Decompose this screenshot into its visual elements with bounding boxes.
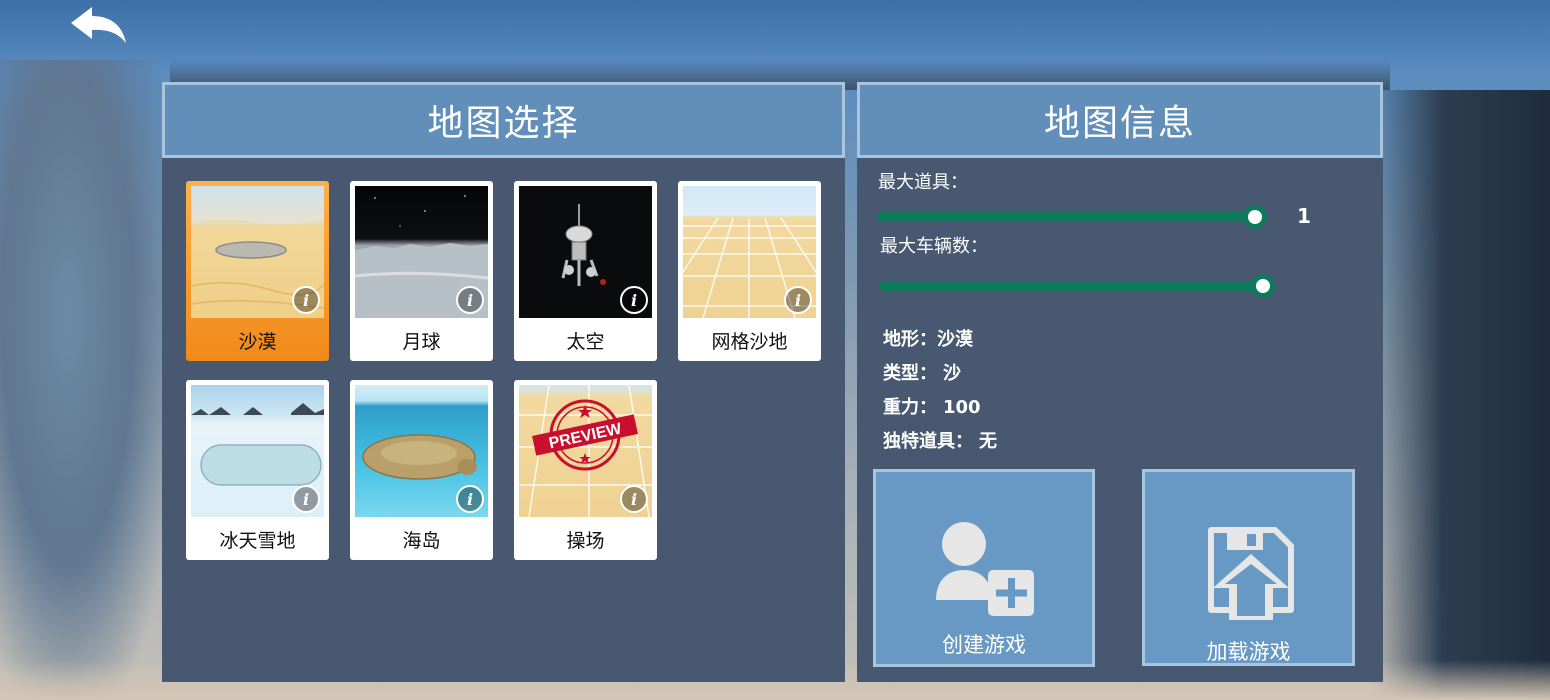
slider-knob[interactable] [1251,274,1275,298]
map-thumb-space: i [519,186,652,318]
map-card-island[interactable]: i 海岛 [350,380,493,560]
stat-gravity: 重力： 100 [883,397,981,418]
map-thumb-playground: PREVIEW i [519,385,652,517]
info-icon[interactable]: i [292,485,320,513]
max-items-label: 最大道具： [878,172,968,193]
max-items-value: 1 [1297,204,1311,228]
back-button[interactable] [68,5,130,49]
info-icon[interactable]: i [620,286,648,314]
back-arrow-icon [71,7,126,43]
map-thumb-grid-sand: i [683,186,816,318]
info-icon[interactable]: i [784,286,812,314]
load-save-icon [1208,527,1294,620]
map-card-moon[interactable]: i 月球 [350,181,493,361]
map-card-desert[interactable]: i 沙漠 [186,181,329,361]
create-game-button[interactable]: 创建游戏 [873,469,1095,667]
map-card-snow[interactable]: i 冰天雪地 [186,380,329,560]
map-card-grid-sand[interactable]: i 网格沙地 [678,181,821,361]
map-select-title: 地图选择 [162,82,845,158]
info-icon[interactable]: i [456,286,484,314]
map-label: 太空 [566,330,605,353]
info-icon[interactable]: i [620,485,648,513]
map-select-panel: 地图选择 i 沙漠 i 月球 i 太空 i 网格沙地 i 冰天雪地 i 海岛 P… [162,82,845,682]
max-items-slider[interactable] [877,205,1267,229]
stat-type: 类型：沙 [883,363,961,384]
load-game-button[interactable]: 加载游戏 [1142,469,1355,666]
map-thumb-island: i [355,385,488,517]
stat-unique-items: 独特道具：无 [883,431,997,452]
create-game-label: 创建游戏 [942,633,1026,657]
map-label: 网格沙地 [711,330,788,353]
map-label: 海岛 [402,529,441,552]
map-thumb-moon: i [355,186,488,318]
map-thumb-desert: i [191,186,324,318]
map-label: 月球 [402,330,441,353]
load-game-label: 加载游戏 [1206,640,1291,664]
max-vehicles-label: 最大车辆数： [880,236,988,257]
info-icon[interactable]: i [292,286,320,314]
map-label: 沙漠 [238,330,277,353]
stat-terrain: 地形：沙漠 [883,329,973,350]
map-thumb-snow: i [191,385,324,517]
info-icon[interactable]: i [456,485,484,513]
map-card-playground[interactable]: PREVIEW i 操场 [514,380,657,560]
map-label: 操场 [566,529,605,552]
max-vehicles-slider[interactable] [879,274,1275,298]
map-card-space[interactable]: i 太空 [514,181,657,361]
add-user-icon [936,522,1034,616]
map-label: 冰天雪地 [219,529,296,552]
map-info-panel: 地图信息 最大道具： 1 最大车辆数： 地形：沙漠 类型：沙 重力： 100 独特… [857,82,1383,682]
slider-knob[interactable] [1243,205,1267,229]
